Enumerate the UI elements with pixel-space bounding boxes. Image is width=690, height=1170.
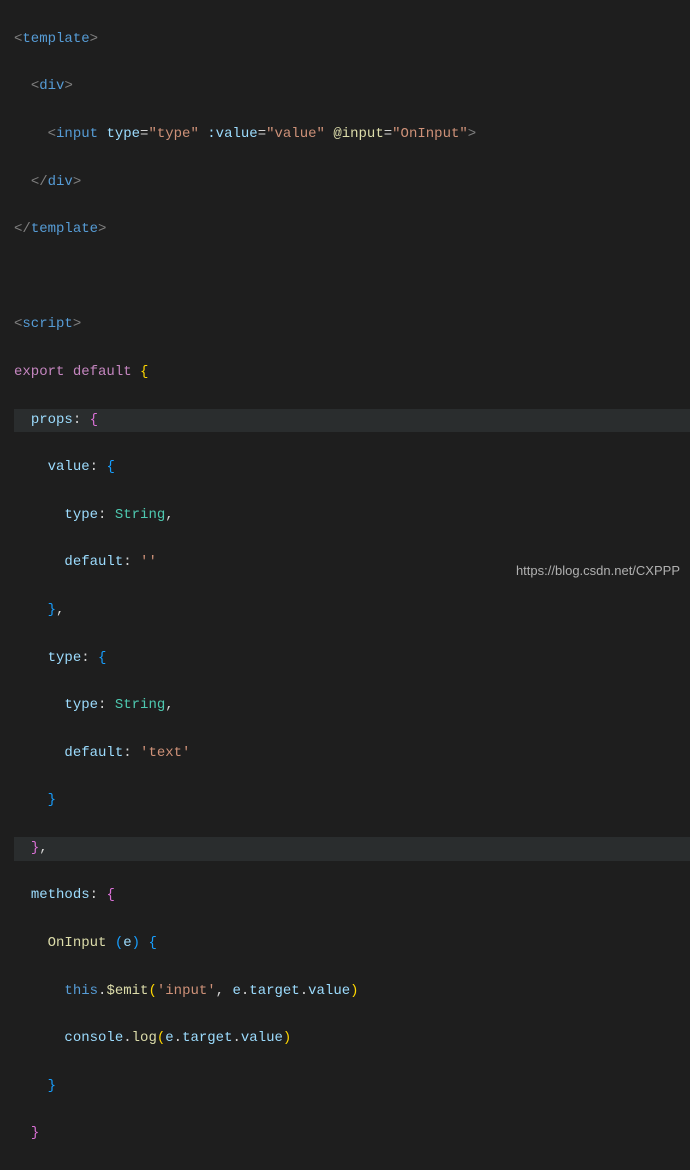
- code-line: type: String,: [14, 504, 690, 528]
- code-line: this.$emit('input', e.target.value): [14, 980, 690, 1004]
- code-line: },: [14, 837, 690, 861]
- code-line: <div>: [14, 75, 690, 99]
- code-line: },: [14, 599, 690, 623]
- code-line: value: {: [14, 456, 690, 480]
- code-line: </template>: [14, 218, 690, 242]
- code-line: default: 'text': [14, 742, 690, 766]
- code-line: [14, 266, 690, 290]
- watermark-text: https://blog.csdn.net/CXPPP: [516, 560, 680, 582]
- code-line: console.log(e.target.value): [14, 1027, 690, 1051]
- code-line: type: {: [14, 647, 690, 671]
- code-line: <template>: [14, 28, 690, 52]
- code-line: <input type="type" :value="value" @input…: [14, 123, 690, 147]
- code-line: type: String,: [14, 694, 690, 718]
- code-line: }: [14, 1122, 690, 1146]
- code-line: }: [14, 1075, 690, 1099]
- code-line: props: {: [14, 409, 690, 433]
- code-line: </div>: [14, 171, 690, 195]
- code-line: <script>: [14, 313, 690, 337]
- code-line: export default {: [14, 361, 690, 385]
- code-line: }: [14, 789, 690, 813]
- code-editor[interactable]: <template> <div> <input type="type" :val…: [0, 0, 690, 1170]
- code-line: methods: {: [14, 884, 690, 908]
- code-line: OnInput (e) {: [14, 932, 690, 956]
